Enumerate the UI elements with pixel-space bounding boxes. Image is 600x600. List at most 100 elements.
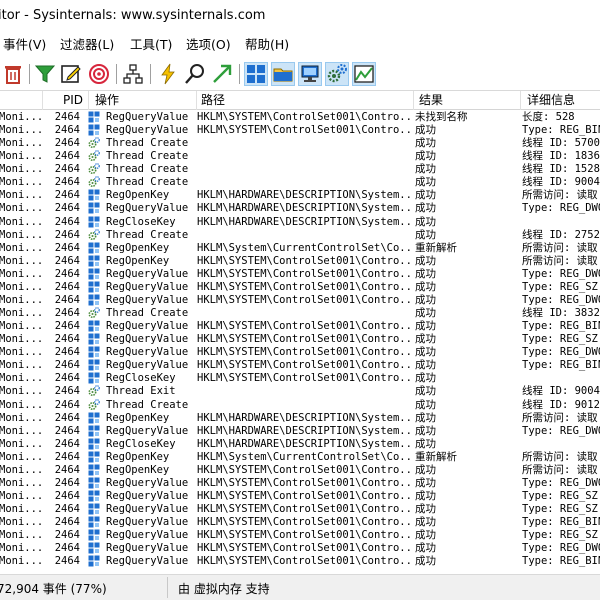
menu-options[interactable]: 选项(O) [186,36,231,54]
table-row[interactable]: Moni... 2464 Thread Create 成功 线程 ID: 9012 [0,399,600,412]
table-row[interactable]: Moni... 2464 RegQueryValue HKLM\SYSTEM\Cont… [0,268,600,281]
process-name-cell: Moni... [0,267,41,280]
result-cell: 未找到名称 [415,111,468,123]
column-divider[interactable] [88,91,89,110]
table-row[interactable]: Moni... 2464 RegQueryValue HKLM\SYSTEM\Cont… [0,542,600,555]
table-row[interactable]: Moni... 2464 Thread Create 成功 线程 ID: 9004 [0,176,600,189]
delete-icon[interactable] [2,63,24,85]
path-cell [197,385,411,398]
path-cell: HKLM\SYSTEM\ControlSet001\Contro... [197,516,411,529]
pid-cell: 2464 [54,516,80,529]
table-row[interactable]: Moni... 2464 RegQueryValue HKLM\SYSTEM\Cont… [0,346,600,359]
table-row[interactable]: Moni... 2464 RegCloseKey HKLM\HARDWARE\DESC… [0,216,600,229]
table-row[interactable]: Moni... 2464 RegQueryValue HKLM\SYSTEM\Cont… [0,490,600,503]
result-cell: 成功 [415,333,436,346]
column-divider[interactable] [413,91,414,110]
process-tree-icon[interactable] [122,63,144,85]
status-bar: 72,904 事件 (77%) 由 虚拟内存 支持 [0,574,600,600]
path-cell: HKLM\SYSTEM\ControlSet001\Contro... [197,320,411,333]
table-row[interactable]: Moni... 2464 RegQueryValue HKLM\HARDWARE\DE… [0,425,600,438]
table-row[interactable]: Moni... 2464 RegQueryValue HKLM\HARDWARE\DE… [0,202,600,215]
column-divider[interactable] [520,91,521,110]
table-row[interactable]: Moni... 2464 RegOpenKey HKLM\SYSTEM\Control… [0,255,600,268]
table-row[interactable]: Moni... 2464 Thread Exit 成功 线程 ID: 9004 [0,385,600,398]
pid-cell: 2464 [54,424,80,437]
menu-tools[interactable]: 工具(T) [130,36,172,54]
table-row[interactable]: Moni... 2464 RegQueryValue HKLM\SYSTEM\Cont… [0,124,600,137]
process-name-cell: Moni... [0,555,41,568]
table-row[interactable]: Moni... 2464 RegQueryValue HKLM\SYSTEM\Cont… [0,529,600,542]
table-row[interactable]: Moni... 2464 RegQueryValue HKLM\SYSTEM\Cont… [0,281,600,294]
detail-cell: 线程 ID: 9004 [522,385,600,398]
result-cell: 成功 [415,189,436,202]
result-cell: 成功 [415,176,436,189]
table-row[interactable]: Moni... 2464 RegOpenKey HKLM\System\Current… [0,451,600,464]
table-row[interactable]: Moni... 2464 RegQueryValue HKLM\SYSTEM\Cont… [0,503,600,516]
table-row[interactable]: Moni... 2464 Thread Create 成功 线程 ID: 2752 [0,229,600,242]
table-row[interactable]: Moni... 2464 RegQueryValue HKLM\SYSTEM\Cont… [0,555,600,568]
window-title-bar[interactable]: itor - Sysinternals: www.sysinternals.co… [0,0,600,32]
table-row[interactable]: Moni... 2464 Thread Create 成功 线程 ID: 1836 [0,150,600,163]
registry-event-icon [88,516,102,529]
menu-event[interactable]: 事件(V) [3,36,46,54]
jump-arrow-icon[interactable] [211,63,233,85]
path-cell: HKLM\HARDWARE\DESCRIPTION\System... [197,437,411,450]
pid-cell: 2464 [54,437,80,450]
network-activity-icon[interactable] [298,62,322,86]
column-path[interactable]: 路径 [201,91,225,110]
process-name-cell: Moni... [0,450,41,463]
operation-cell: RegCloseKey [106,437,176,450]
table-row[interactable]: Moni... 2464 RegQueryValue HKLM\SYSTEM\Cont… [0,516,600,529]
process-name-cell: Moni... [0,307,41,320]
table-row[interactable]: Moni... 2464 Thread Create 成功 线程 ID: 3832 [0,307,600,320]
registry-activity-icon[interactable] [244,62,268,86]
registry-event-icon [88,372,102,385]
table-row[interactable]: Moni... 2464 RegCloseKey HKLM\HARDWARE\DESC… [0,438,600,451]
table-row[interactable]: Moni... 2464 RegCloseKey HKLM\SYSTEM\Contro… [0,372,600,385]
path-cell [197,150,411,163]
column-detail[interactable]: 详细信息 [527,91,575,110]
highlight-edit-icon[interactable] [60,63,82,85]
toolbar-separator [239,64,240,84]
filter-icon[interactable] [34,63,56,85]
table-row[interactable]: Moni... 2464 RegOpenKey HKLM\System\Current… [0,242,600,255]
registry-event-icon [88,268,102,281]
operation-cell: RegQueryValue [106,111,189,123]
table-row[interactable]: Moni... 2464 RegOpenKey HKLM\HARDWARE\DESCR… [0,189,600,202]
table-row[interactable]: Moni... 2464 RegQueryValue HKLM\SYSTEM\Cont… [0,477,600,490]
pid-cell: 2464 [54,241,80,254]
find-icon[interactable] [184,63,206,85]
path-cell: HKLM\SYSTEM\ControlSet001\Contro... [197,503,411,516]
profiling-activity-icon[interactable] [352,62,376,86]
target-icon[interactable] [88,63,110,85]
table-row[interactable]: Moni... 2464 RegOpenKey HKLM\SYSTEM\Control… [0,464,600,477]
table-row[interactable]: Moni... 2464 RegQueryValue HKLM\SYSTEM\Cont… [0,359,600,372]
filesystem-activity-icon[interactable] [271,62,295,86]
lightning-icon[interactable] [157,63,179,85]
table-row[interactable]: Moni... 2464 Thread Create 成功 线程 ID: 1528 [0,163,600,176]
column-result[interactable]: 结果 [419,91,443,110]
table-row[interactable]: Moni... 2464 RegQueryValue HKLM\SYSTEM\Cont… [0,320,600,333]
table-row[interactable]: Moni... 2464 RegQueryValue HKLM\SYSTEM\Cont… [0,294,600,307]
path-cell [197,137,411,150]
column-divider[interactable] [42,91,43,110]
path-cell: HKLM\SYSTEM\ControlSet001\Contro... [197,463,411,476]
process-activity-icon[interactable] [325,62,349,86]
detail-cell: 线程 ID: 3832 [522,307,600,320]
table-row[interactable]: Moni... 2464 RegQueryValue HKLM\SYSTEM\Cont… [0,111,600,124]
table-row[interactable]: Moni... 2464 RegOpenKey HKLM\HARDWARE\DESCR… [0,412,600,425]
event-list[interactable]: Moni... 2464 RegQueryValue HKLM\SYSTEM\Cont… [0,111,600,571]
column-pid[interactable]: PID [63,91,83,110]
registry-event-icon [88,529,102,542]
registry-event-icon [88,281,102,294]
column-operation[interactable]: 操作 [95,91,119,110]
registry-event-icon [88,242,102,255]
operation-cell: RegQueryValue [106,529,189,542]
menu-filter[interactable]: 过滤器(L) [60,36,114,54]
operation-cell: RegCloseKey [106,372,176,385]
menu-help[interactable]: 帮助(H) [245,36,289,54]
table-row[interactable]: Moni... 2464 RegQueryValue HKLM\SYSTEM\Cont… [0,333,600,346]
result-cell: 成功 [415,163,436,176]
column-divider[interactable] [196,91,197,110]
table-row[interactable]: Moni... 2464 Thread Create 成功 线程 ID: 5700 [0,137,600,150]
